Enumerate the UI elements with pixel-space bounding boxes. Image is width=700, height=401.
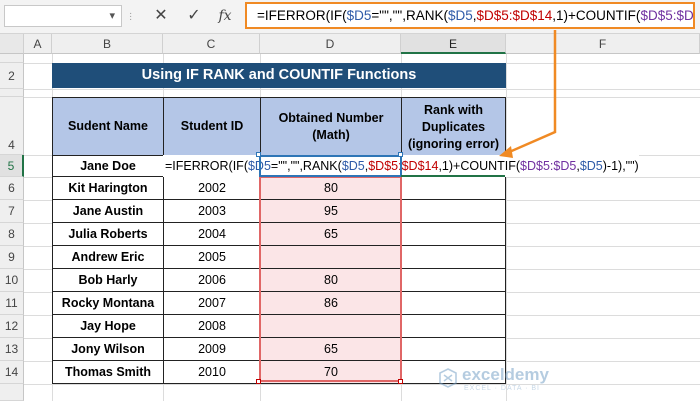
column-header-d[interactable]: D (260, 34, 401, 54)
table-cell-name[interactable]: Andrew Eric (52, 245, 164, 269)
formula-input[interactable]: =IFERROR(IF($D5="","",RANK($D5,$D$5:$D$1… (245, 2, 695, 29)
table-cell-rank[interactable] (401, 222, 506, 246)
table-cell-id[interactable]: 2004 (163, 222, 261, 246)
watermark-logo: exceldemy EXCEL · DATA · BI (438, 365, 588, 395)
cell-formula-part: =IFERROR(IF( (165, 159, 248, 173)
enter-icon[interactable]: ✓ (183, 6, 205, 26)
table-cell-name[interactable]: Jay Hope (52, 314, 164, 338)
watermark-name: exceldemy (462, 365, 549, 384)
table-cell-name[interactable]: Jane Doe (52, 155, 164, 177)
row-header-8[interactable]: 8 (0, 223, 24, 246)
chevron-down-icon[interactable]: ▾ (109, 9, 115, 22)
column-header-f[interactable]: F (506, 34, 700, 54)
column-header-c[interactable]: C (163, 34, 260, 54)
cell-formula-part: $D$5:$D5 (520, 159, 577, 173)
range-highlight-d5 (259, 155, 402, 177)
insert-function-icon[interactable]: fx (214, 6, 236, 26)
table-cell-id[interactable]: 2002 (163, 176, 261, 200)
formula-part: ,1)+COUNTIF( (552, 8, 641, 23)
table-cell-name[interactable]: Julia Roberts (52, 222, 164, 246)
range-handle[interactable] (256, 152, 261, 157)
exceldemy-logo-icon (439, 368, 457, 388)
table-cell-name[interactable]: Kit Harington (52, 176, 164, 200)
cell-formula-part: )-1),"") (602, 159, 639, 173)
table-cell-rank[interactable] (401, 245, 506, 269)
table-cell-rank[interactable] (401, 176, 506, 200)
range-handle[interactable] (398, 379, 403, 384)
table-cell-id[interactable]: 2010 (163, 360, 261, 384)
header-student-name[interactable]: Sudent Name (52, 97, 164, 156)
table-cell-rank[interactable] (401, 337, 506, 361)
table-cell-name[interactable]: Rocky Montana (52, 291, 164, 315)
row-header-11[interactable]: 11 (0, 292, 24, 315)
row-header-15[interactable] (0, 384, 24, 401)
row-header-7[interactable]: 7 (0, 200, 24, 223)
name-box[interactable]: ▾ (4, 5, 122, 27)
row-header-6[interactable]: 6 (0, 177, 24, 200)
gridline-horizontal (24, 384, 700, 385)
formula-part: $D5 (346, 8, 372, 23)
header-rank-duplicates[interactable]: Rank with Duplicates (ignoring error) (401, 97, 506, 156)
column-header-a[interactable]: A (24, 34, 52, 54)
table-cell-id[interactable]: 2007 (163, 291, 261, 315)
cancel-icon[interactable]: ✕ (150, 6, 172, 26)
table-cell-name[interactable]: Jane Austin (52, 199, 164, 223)
gridline-vertical (506, 54, 507, 401)
table-cell-rank[interactable] (401, 314, 506, 338)
row-header-12[interactable]: 12 (0, 315, 24, 338)
table-cell-id[interactable]: 2003 (163, 199, 261, 223)
table-cell-name[interactable]: Jony Wilson (52, 337, 164, 361)
row-header-1[interactable] (0, 54, 24, 63)
column-header-e[interactable]: E (401, 34, 506, 54)
table-cell-name[interactable]: Bob Harly (52, 268, 164, 292)
table-cell-rank[interactable] (401, 199, 506, 223)
table-cell-id[interactable]: 2006 (163, 268, 261, 292)
range-highlight-d5-d14 (259, 176, 402, 382)
page-title: Using IF RANK and COUNTIF Functions (52, 63, 506, 88)
formula-part: $D5 (447, 8, 473, 23)
table-cell-id[interactable]: 2008 (163, 314, 261, 338)
header-student-id[interactable]: Student ID (163, 97, 261, 156)
range-handle[interactable] (256, 379, 261, 384)
row-header-10[interactable]: 10 (0, 269, 24, 292)
formula-part: =IFERROR(IF( (257, 8, 347, 23)
table-cell-name[interactable]: Thomas Smith (52, 360, 164, 384)
row-header-2[interactable]: 2 (0, 63, 24, 89)
select-all-corner[interactable] (0, 34, 24, 54)
formula-part: ="","",RANK( (371, 8, 448, 23)
row-header-4[interactable]: 4 (0, 97, 24, 155)
watermark-tagline: EXCEL · DATA · BI (464, 385, 540, 392)
row-header-9[interactable]: 9 (0, 246, 24, 269)
table-cell-id[interactable]: 2009 (163, 337, 261, 361)
table-cell-rank[interactable] (401, 268, 506, 292)
row-header-13[interactable]: 13 (0, 338, 24, 361)
table-cell-rank[interactable] (401, 291, 506, 315)
cell-formula-part: $D5 (579, 159, 603, 173)
drag-handle-icon[interactable]: · · · (129, 9, 132, 25)
range-handle[interactable] (398, 152, 403, 157)
row-header-5[interactable]: 5 (0, 155, 24, 177)
formula-part: $D$5:$D$14 (476, 8, 553, 23)
active-cell-underline (401, 155, 505, 177)
formula-part: $D$5:$D5 (640, 8, 694, 23)
table-cell-id[interactable]: 2005 (163, 245, 261, 269)
column-header-b[interactable]: B (52, 34, 163, 54)
header-obtained-number[interactable]: Obtained Number (Math) (260, 97, 402, 156)
gridline-horizontal (24, 89, 700, 90)
row-header-14[interactable]: 14 (0, 361, 24, 384)
row-header-3[interactable] (0, 89, 24, 97)
